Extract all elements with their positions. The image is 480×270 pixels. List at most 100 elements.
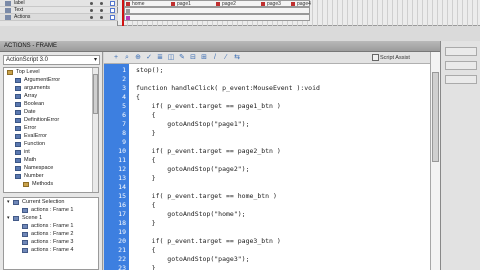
lock-dot-icon[interactable]	[100, 9, 103, 12]
code-line[interactable]: gotoAndStop("page3");	[136, 255, 249, 263]
code-line[interactable]: if( p_event.target == page3_btn )	[136, 237, 281, 245]
add-icon[interactable]: +	[112, 54, 120, 62]
tree-item[interactable]: Date	[4, 108, 98, 116]
layer-icon	[5, 15, 11, 20]
comment-icon[interactable]: /	[211, 54, 219, 62]
lock-dot-icon[interactable]	[100, 16, 103, 19]
tree-item[interactable]: int	[4, 148, 98, 156]
tree-item[interactable]: DefinitionError	[4, 116, 98, 124]
actions-panel-header[interactable]: ACTIONS - FRAME	[0, 41, 440, 52]
code-line[interactable]: }	[136, 129, 156, 137]
navigator-item[interactable]: actions : Frame 4	[4, 246, 98, 254]
label-flag-icon	[126, 2, 130, 6]
code-line[interactable]: {	[136, 93, 140, 101]
target-icon[interactable]: ⊕	[134, 54, 142, 62]
expand-caret-icon[interactable]: ▾	[7, 198, 10, 206]
tree-item-label: EvalError	[24, 133, 47, 139]
navigator-item[interactable]: actions : Frame 3	[4, 238, 98, 246]
find-icon[interactable]: ⌕	[123, 54, 131, 62]
script-navigator[interactable]: ▾ Current Selection actions : Frame 1 ▾ Scen…	[3, 197, 99, 270]
layer-row[interactable]: label	[0, 0, 118, 7]
line-number: 14	[118, 183, 126, 191]
code-line[interactable]: stop();	[136, 66, 163, 74]
side-panel-bar[interactable]	[445, 47, 477, 56]
tree-item[interactable]: Function	[4, 140, 98, 148]
toggle-icon[interactable]: ⇆	[233, 54, 241, 62]
line-number: 11	[118, 156, 126, 164]
book-icon	[7, 69, 13, 75]
code-line[interactable]: gotoAndStop("page2");	[136, 165, 249, 173]
navigator-item[interactable]: actions : Frame 1	[4, 206, 98, 214]
tree-item-label: DefinitionError	[24, 117, 60, 123]
navigator-item[interactable]: actions : Frame 2	[4, 230, 98, 238]
visibility-dot-icon[interactable]	[90, 2, 93, 5]
code-line[interactable]: {	[136, 156, 156, 164]
tree-item[interactable]: Math	[4, 156, 98, 164]
code-line[interactable]: gotoAndStop("page1");	[136, 120, 249, 128]
frame-actions-row[interactable]	[124, 14, 310, 21]
outline-icon[interactable]	[110, 15, 115, 20]
tree-item[interactable]: arguments	[4, 84, 98, 92]
script-assist-button[interactable]: Script Assist	[380, 54, 410, 62]
visibility-dot-icon[interactable]	[90, 16, 93, 19]
class-icon	[15, 93, 21, 99]
collapse-icon[interactable]: ⊟	[189, 54, 197, 62]
visibility-dot-icon[interactable]	[90, 9, 93, 12]
tree-item[interactable]: Top Level	[4, 68, 98, 76]
code-line[interactable]: gotoAndStop("home");	[136, 210, 245, 218]
debug-icon[interactable]: ✎	[178, 54, 186, 62]
code-line[interactable]: {	[136, 246, 156, 254]
side-panel-bar[interactable]	[445, 75, 477, 84]
language-tree[interactable]: Top Level ArgumentError arguments Array Bool…	[3, 67, 99, 193]
layer-row[interactable]: Actions	[0, 14, 118, 21]
frame-grid[interactable]: home page1 page2 page3 page4	[118, 0, 480, 26]
code-line[interactable]: }	[136, 264, 156, 270]
editor-scrollbar[interactable]	[430, 52, 440, 270]
layer-row[interactable]: Text	[0, 7, 118, 14]
frame-icon	[22, 207, 28, 213]
class-icon	[15, 165, 21, 171]
uncomment-icon[interactable]: ⁄	[222, 54, 230, 62]
code-line[interactable]: }	[136, 174, 156, 182]
navigator-item[interactable]: ▾ Current Selection	[4, 198, 98, 206]
tree-item[interactable]: Error	[4, 124, 98, 132]
navigator-item-label: actions : Frame 2	[31, 231, 74, 237]
tree-item[interactable]: ArgumentError	[4, 76, 98, 84]
tree-item[interactable]: Boolean	[4, 100, 98, 108]
script-assist-icon[interactable]	[372, 54, 379, 61]
frame-icon	[13, 199, 19, 205]
outline-icon[interactable]	[110, 8, 115, 13]
tree-scroll-thumb[interactable]	[93, 74, 98, 114]
code-line[interactable]: function handleClick( p_event:MouseEvent…	[136, 84, 320, 92]
actionscript-version-select[interactable]: ActionScript 3.0 ▾	[3, 55, 100, 65]
expand-caret-icon[interactable]: ▾	[7, 214, 10, 222]
auto-format-icon[interactable]: ≣	[156, 54, 164, 62]
expand-icon[interactable]: ⊞	[200, 54, 208, 62]
code-line[interactable]: if( p_event.target == page1_btn )	[136, 102, 281, 110]
line-number: 10	[118, 147, 126, 155]
navigator-item[interactable]: ▾ Scene 1	[4, 214, 98, 222]
outline-icon[interactable]	[110, 1, 115, 6]
class-icon	[15, 133, 21, 139]
frame-content-row[interactable]	[124, 7, 310, 14]
side-panel-bar[interactable]	[445, 61, 477, 70]
code-line[interactable]: {	[136, 201, 156, 209]
code-hint-icon[interactable]: ◫	[167, 54, 175, 62]
tree-scrollbar[interactable]	[92, 68, 98, 192]
tree-item[interactable]: EvalError	[4, 132, 98, 140]
frame-label-row[interactable]: home page1 page2 page3 page4	[124, 0, 311, 7]
tree-item[interactable]: Array	[4, 92, 98, 100]
tree-item[interactable]: Number	[4, 172, 98, 180]
lock-dot-icon[interactable]	[100, 2, 103, 5]
code-editor[interactable]: 1 2 3 4 5 6 7 8 9 10 11 12 13 14 15 16 17 18 19 20 21 22 23 st…	[104, 64, 430, 270]
tree-item[interactable]: Methods	[4, 180, 98, 188]
tree-item-label: ArgumentError	[24, 77, 61, 83]
code-line[interactable]: if( p_event.target == home_btn )	[136, 192, 277, 200]
editor-scroll-thumb[interactable]	[432, 72, 439, 162]
code-line[interactable]: }	[136, 219, 156, 227]
code-line[interactable]: {	[136, 111, 156, 119]
navigator-item[interactable]: actions : Frame 1	[4, 222, 98, 230]
check-syntax-icon[interactable]: ✓	[145, 54, 153, 62]
tree-item[interactable]: Namespace	[4, 164, 98, 172]
code-line[interactable]: if( p_event.target == page2_btn )	[136, 147, 281, 155]
